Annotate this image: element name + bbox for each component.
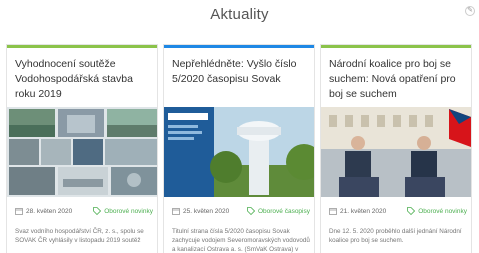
page-title: Aktuality: [210, 6, 269, 23]
card-photo-magazine-cover[interactable]: [164, 107, 314, 197]
card-meta: 25. květen 2020 Oborové časopisy: [172, 205, 310, 217]
card-title[interactable]: Národní koalice pro boj se suchem: Nová …: [329, 57, 467, 102]
card-date: 25. květen 2020: [183, 207, 230, 215]
card-tag-link[interactable]: Oborové novinky: [104, 208, 153, 215]
card-photo-press-conference[interactable]: [321, 107, 471, 197]
card-accent-bar: [7, 45, 157, 48]
card-date: 28. květen 2020: [26, 207, 73, 215]
card-tag-link[interactable]: Oborové časopisy: [258, 208, 310, 215]
calendar-icon: [172, 207, 180, 215]
card-accent-bar: [164, 45, 314, 48]
news-card-2[interactable]: Nepřehlédněte: Vyšlo číslo 5/2020 časopi…: [163, 44, 315, 253]
card-accent-bar: [321, 45, 471, 48]
card-meta: 21. květen 2020 Oborové novinky: [329, 205, 467, 217]
tag-icon: [407, 207, 416, 215]
card-title[interactable]: Nepřehlédněte: Vyšlo číslo 5/2020 časopi…: [172, 57, 310, 87]
card-excerpt: Svaz vodního hospodářství ČR, z. s., spo…: [15, 228, 144, 244]
card-tag-link[interactable]: Oborové novinky: [418, 208, 467, 215]
news-card-3[interactable]: Národní koalice pro boj se suchem: Nová …: [320, 44, 472, 253]
tag-icon: [247, 207, 255, 215]
card-meta: 28. květen 2020 Oborové novinky: [15, 205, 153, 217]
card-date: 21. květen 2020: [340, 207, 387, 215]
card-title[interactable]: Vyhodnocení soutěže Vodohospodářská stav…: [15, 57, 153, 102]
card-photo-collage[interactable]: [7, 107, 157, 197]
card-excerpt: Dne 12. 5. 2020 proběhlo další jednání N…: [329, 228, 462, 244]
tag-icon: [93, 207, 102, 215]
news-card-1[interactable]: Vyhodnocení soutěže Vodohospodářská stav…: [6, 44, 158, 253]
edit-pencil-icon[interactable]: ✎: [465, 6, 475, 16]
calendar-icon: [15, 207, 23, 215]
calendar-icon: [329, 207, 337, 215]
card-excerpt: Titulní strana čísla 5/2020 časopisu Sov…: [172, 228, 310, 253]
